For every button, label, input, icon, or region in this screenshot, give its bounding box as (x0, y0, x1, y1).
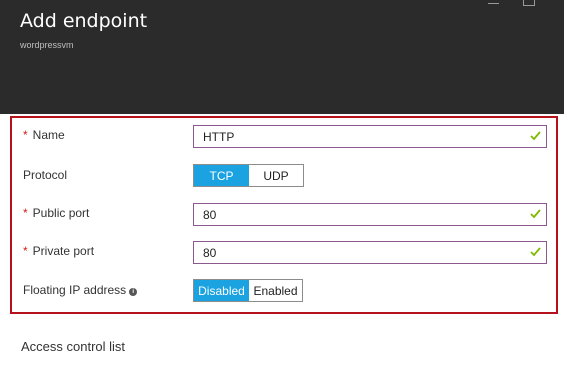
minimize-icon[interactable] (487, 0, 501, 8)
floating-ip-toggle[interactable]: Disabled Enabled (193, 279, 303, 302)
required-marker: * (23, 244, 28, 258)
protocol-option-tcp[interactable]: TCP (194, 165, 249, 186)
floating-ip-option-enabled[interactable]: Enabled (249, 280, 302, 301)
access-control-list-link[interactable]: Access control list (21, 339, 125, 354)
info-icon[interactable]: i (129, 288, 138, 296)
page-title: Add endpoint (20, 10, 148, 32)
name-label: * Name (23, 128, 65, 142)
public-port-field[interactable] (193, 203, 547, 226)
public-port-input[interactable] (194, 204, 514, 225)
maximize-icon[interactable] (522, 0, 536, 8)
private-port-field[interactable] (193, 241, 547, 264)
floating-ip-option-disabled[interactable]: Disabled (194, 280, 249, 301)
page-subtitle: wordpressvm (20, 40, 74, 50)
private-port-input[interactable] (194, 242, 514, 263)
name-field[interactable] (193, 125, 547, 148)
checkmark-icon (530, 247, 541, 257)
private-port-label: * Private port (23, 244, 95, 258)
protocol-option-udp[interactable]: UDP (249, 165, 303, 186)
required-marker: * (23, 206, 28, 220)
checkmark-icon (530, 209, 541, 219)
name-input[interactable] (194, 126, 514, 147)
protocol-label: Protocol (23, 168, 68, 182)
checkmark-icon (530, 131, 541, 141)
public-port-label: * Public port (23, 206, 90, 220)
required-marker: * (23, 128, 28, 142)
floating-ip-label: Floating IP address i (23, 283, 138, 297)
protocol-toggle[interactable]: TCP UDP (193, 164, 304, 187)
blade-header: Add endpoint wordpressvm (0, 0, 564, 114)
endpoint-settings-panel: *Name Protocol TCP UDP *Public port *Pri… (10, 116, 558, 314)
